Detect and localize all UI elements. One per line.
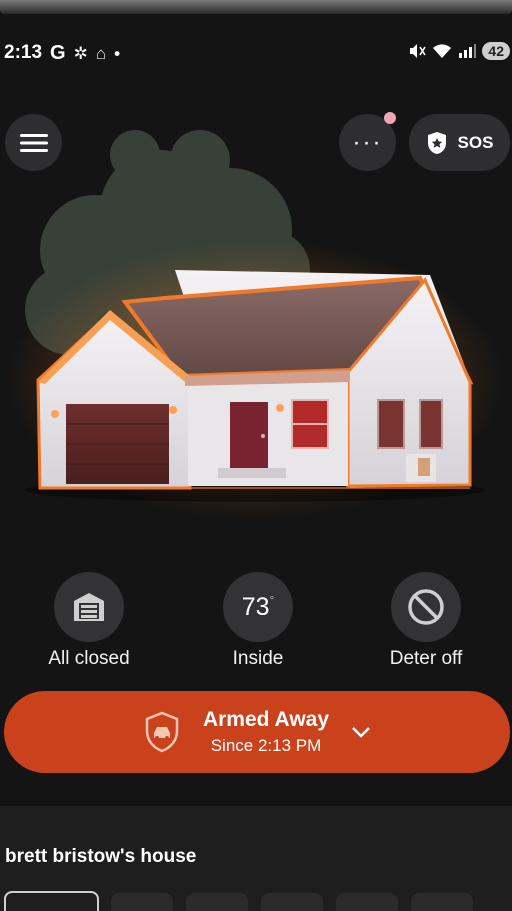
google-icon: G: [50, 42, 66, 64]
device-tile[interactable]: [111, 893, 173, 911]
device-tile[interactable]: [186, 893, 248, 911]
house-illustration: [5, 130, 505, 520]
deter-circle: [391, 572, 461, 642]
device-tile[interactable]: [261, 893, 323, 911]
temperature-status[interactable]: 73° Inside: [198, 572, 318, 670]
garage-icon: [74, 593, 104, 621]
garage-status[interactable]: All closed: [29, 572, 149, 670]
deter-label: Deter off: [389, 648, 463, 669]
status-bar: 2:13 G ✲ ⌂ • 42: [0, 36, 512, 76]
signal-icon: [459, 44, 477, 58]
home-icon: ⌂: [95, 43, 107, 63]
temperature-value-wrap: 73°: [242, 593, 275, 622]
wifi-icon: [433, 44, 452, 58]
house-name: brett bristow's house: [5, 846, 197, 867]
chevron-down-icon: [352, 727, 370, 738]
status-time: 2:13: [4, 42, 43, 63]
device-frame: [0, 0, 512, 14]
deter-status[interactable]: Deter off: [366, 572, 486, 670]
device-tile[interactable]: [411, 893, 473, 911]
arm-status-text: Armed Away Since 2:13 PM: [203, 708, 329, 756]
shield-car-icon: [145, 711, 179, 753]
mute-vibrate-icon: [410, 44, 427, 58]
garage-status-label: All closed: [48, 648, 130, 669]
device-tile[interactable]: [336, 893, 398, 911]
dot-icon: •: [114, 43, 121, 63]
arm-status-button[interactable]: Armed Away Since 2:13 PM: [4, 691, 510, 773]
deter-off-icon: [408, 589, 444, 625]
temperature-value: 73: [241, 592, 270, 621]
arm-status-subtitle: Since 2:13 PM: [210, 736, 322, 755]
app-screen: 2:13 G ✲ ⌂ • 42 ··· SOS All closed 73° I…: [0, 0, 512, 911]
temperature-label: Inside: [232, 648, 284, 669]
device-tile[interactable]: [4, 891, 99, 911]
temperature-circle: 73°: [223, 572, 293, 642]
battery-indicator: 42: [482, 42, 510, 60]
garage-status-circle: [54, 572, 124, 642]
temperature-unit: °: [269, 592, 275, 607]
status-icons-left: G ✲ ⌂ •: [50, 42, 120, 65]
status-icons-right: 42: [408, 42, 510, 60]
fan-icon: ✲: [73, 43, 88, 63]
arm-status-title: Armed Away: [202, 708, 330, 731]
